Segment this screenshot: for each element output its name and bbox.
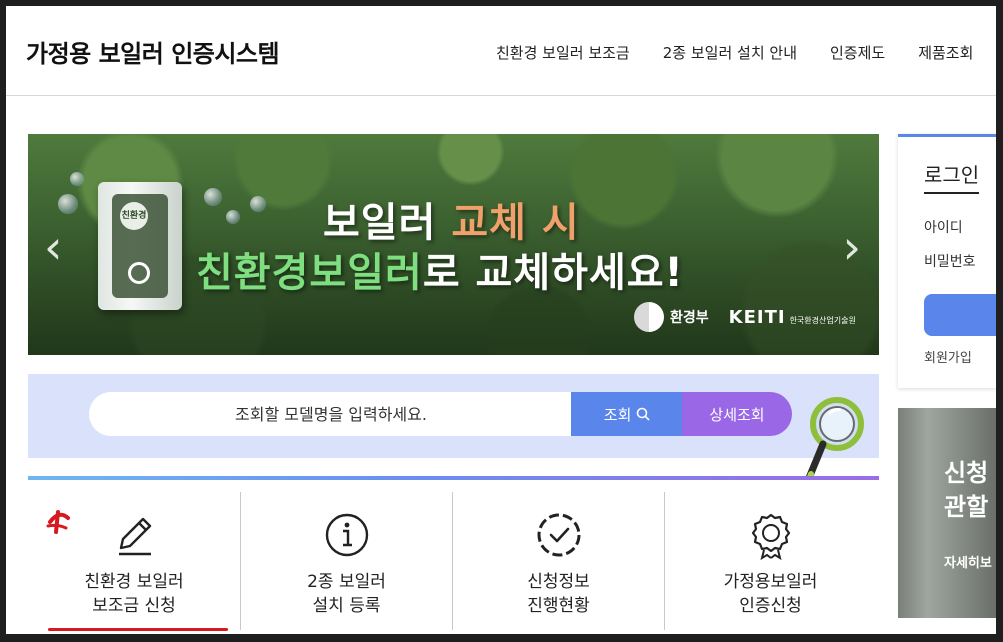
bubble-decoration: [58, 194, 78, 214]
bubble-decoration: [70, 172, 84, 186]
search-icon: [636, 406, 650, 424]
nav-item-class2-install[interactable]: 2종 보일러 설치 안내: [663, 42, 797, 63]
nav-item-subsidy[interactable]: 친환경 보일러 보조금: [496, 42, 630, 63]
banner-prev-arrow-icon[interactable]: ‹: [44, 220, 62, 274]
quick-item-certification-apply[interactable]: 가정용보일러 인증신청: [664, 492, 876, 630]
bubble-decoration: [204, 188, 222, 206]
model-search-area: 조회 상세조회: [28, 374, 879, 458]
org-keiti: KEITI 한국환경산업기술원: [729, 307, 856, 328]
nav-item-product-search[interactable]: 제품조회: [918, 42, 973, 63]
red-underline-annotation: [48, 628, 228, 631]
org-ministry: 환경부: [634, 302, 709, 332]
quick-item-class2-register[interactable]: 2종 보일러 설치 등록: [240, 492, 452, 630]
headline2-accent: 친환경보일러: [196, 250, 423, 296]
quick-item-label: 가정용보일러 인증신청: [723, 572, 818, 616]
quick-item-label: 2종 보일러 설치 등록: [307, 572, 386, 616]
org-keiti-label: KEITI: [728, 306, 786, 328]
red-mark-annotation-icon: [46, 510, 70, 534]
detail-search-button[interactable]: 상세조회: [682, 392, 792, 436]
quick-menu: 친환경 보일러 보조금 신청 2종 보일러 설치 등록 신청정보 진행현황 가정…: [28, 476, 879, 634]
quick-item-label: 신청정보 진행현황: [527, 572, 590, 616]
boiler-image: 친환경: [98, 182, 182, 310]
info-icon: [325, 513, 368, 557]
check-circle-icon: [537, 513, 580, 557]
side-card-more-link[interactable]: 자세히보: [944, 552, 992, 571]
quick-item-application-status[interactable]: 신청정보 진행현황: [452, 492, 664, 630]
banner-headline-line2: 친환경보일러로 교체하세요!: [196, 240, 684, 298]
side-promo-card[interactable]: 신청 관할 자세히보: [898, 408, 996, 618]
quick-item-label: 친환경 보일러 보조금 신청: [84, 572, 184, 616]
browser-page: 가정용 보일러 인증시스템 친환경 보일러 보조금 2종 보일러 설치 안내 인…: [6, 6, 996, 634]
org-keiti-sub: 한국환경산업기술원: [789, 315, 856, 325]
site-header: 가정용 보일러 인증시스템 친환경 보일러 보조금 2종 보일러 설치 안내 인…: [6, 6, 996, 96]
quick-menu-topbar: [28, 476, 879, 480]
banner-next-arrow-icon[interactable]: ›: [843, 220, 861, 274]
bubble-decoration: [226, 210, 240, 224]
award-icon: [751, 513, 790, 560]
quick-item-subsidy-apply[interactable]: 친환경 보일러 보조금 신청: [28, 492, 240, 631]
pencil-icon: [119, 517, 152, 556]
headline2-white: 로 교체하세요!: [422, 250, 684, 296]
bubble-decoration: [250, 196, 266, 212]
org-ministry-label: 환경부: [670, 310, 709, 326]
ministry-logo-icon: [634, 302, 664, 332]
signup-link[interactable]: 회원가입: [924, 347, 972, 366]
nav-item-certification[interactable]: 인증제도: [830, 42, 885, 63]
login-title: 로그인: [924, 159, 980, 194]
search-button[interactable]: 조회: [571, 392, 683, 436]
search-button-label: 조회: [603, 405, 632, 424]
login-box: 로그인 아이디 비밀번호 회원가입: [898, 134, 996, 388]
banner-organizations: 환경부 KEITI 한국환경산업기술원: [634, 302, 856, 332]
site-logo[interactable]: 가정용 보일러 인증시스템: [26, 34, 280, 69]
main-nav: 친환경 보일러 보조금 2종 보일러 설치 안내 인증제도 제품조회: [496, 42, 973, 63]
login-id-label[interactable]: 아이디: [924, 217, 963, 237]
boiler-badge: 친환경: [120, 202, 148, 230]
login-password-label[interactable]: 비밀번호: [924, 251, 976, 271]
login-button[interactable]: [924, 294, 996, 336]
side-card-title: 신청 관할: [944, 459, 989, 521]
boiler-knob: [128, 262, 150, 284]
model-search-input[interactable]: [89, 392, 573, 436]
promo-banner[interactable]: 친환경 보일러 교체 시 친환경보일러로 교체하세요! 환경부 KEITI 한국환…: [28, 134, 879, 355]
